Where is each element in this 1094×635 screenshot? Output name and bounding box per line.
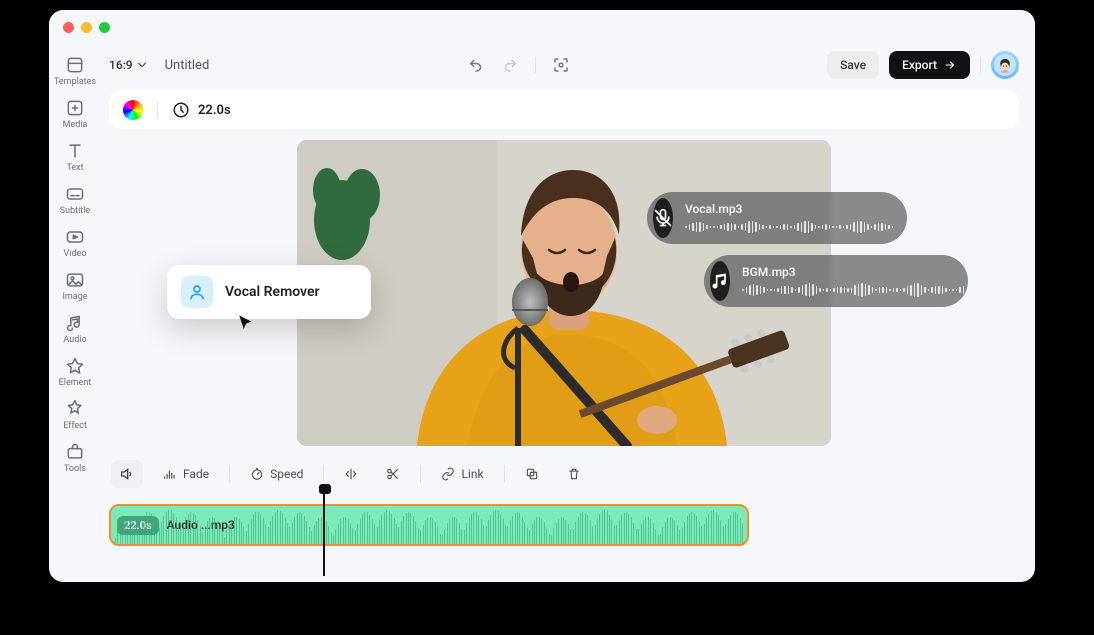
volume-button[interactable] — [111, 460, 143, 488]
export-label: Export — [902, 58, 937, 72]
sidebar-item-image[interactable]: Image — [51, 265, 99, 306]
volume-icon — [119, 466, 135, 482]
vocal-remover-popover[interactable]: Vocal Remover — [167, 265, 371, 319]
subtitle-icon — [64, 183, 86, 205]
vocal-chip[interactable]: Vocal.mp3 — [647, 192, 907, 244]
bgm-chip[interactable]: BGM.mp3 — [704, 255, 968, 307]
popover-label: Vocal Remover — [225, 284, 320, 300]
element-icon — [64, 355, 86, 377]
image-icon — [64, 269, 86, 291]
copy-icon — [525, 467, 539, 481]
media-icon — [64, 97, 86, 119]
sidebar-label: Text — [66, 163, 83, 173]
sidebar-label: Subtitle — [60, 206, 90, 216]
text-icon — [64, 140, 86, 162]
link-icon — [441, 467, 455, 481]
tools-icon — [64, 441, 86, 463]
sidebar-item-audio[interactable]: Audio — [51, 308, 99, 349]
user-avatar[interactable] — [991, 51, 1019, 79]
separator — [157, 102, 158, 118]
window-controls — [63, 22, 110, 33]
sidebar-label: Effect — [63, 421, 87, 431]
color-wheel-icon[interactable] — [123, 100, 143, 120]
speed-icon — [250, 467, 264, 481]
trash-icon — [567, 467, 581, 481]
separator — [420, 465, 421, 483]
sidebar-label: Image — [62, 292, 87, 302]
separator — [504, 465, 505, 483]
redo-button[interactable] — [501, 56, 519, 74]
chip-name: Vocal.mp3 — [685, 202, 895, 216]
templates-icon — [64, 54, 86, 76]
sidebar-item-tools[interactable]: Tools — [51, 437, 99, 478]
sidebar-label: Templates — [54, 77, 96, 87]
audio-icon — [64, 312, 86, 334]
sidebar-label: Tools — [64, 464, 86, 474]
timeline-toolbar: Fade Speed Link — [109, 458, 1019, 490]
sidebar-label: Audio — [63, 335, 86, 345]
close-dot[interactable] — [63, 22, 74, 33]
cursor-icon — [237, 314, 255, 332]
sidebar-label: Video — [64, 249, 87, 259]
clip-waveform — [111, 506, 747, 544]
separator — [535, 57, 536, 73]
sidebar-item-templates[interactable]: Templates — [51, 50, 99, 91]
delete-button[interactable] — [559, 461, 589, 487]
undo-button[interactable] — [467, 56, 485, 74]
sidebar-item-text[interactable]: Text — [51, 136, 99, 177]
chip-waveform — [742, 283, 966, 297]
left-sidebar: Templates Media Text Subtitle Video Image Audi… — [49, 44, 101, 582]
zoom-dot[interactable] — [99, 22, 110, 33]
copy-button[interactable] — [517, 461, 547, 487]
mirror-button[interactable] — [336, 461, 366, 487]
save-button[interactable]: Save — [827, 51, 879, 79]
focus-button[interactable] — [552, 56, 570, 74]
chevron-down-icon — [137, 60, 147, 70]
sidebar-item-element[interactable]: Element — [51, 351, 99, 392]
fade-button[interactable]: Fade — [155, 461, 217, 487]
scissors-icon — [386, 467, 400, 481]
minimize-dot[interactable] — [81, 22, 92, 33]
sidebar-item-effect[interactable]: Effect — [51, 394, 99, 435]
export-button[interactable]: Export — [889, 51, 970, 79]
link-button[interactable]: Link — [433, 461, 491, 487]
speed-button[interactable]: Speed — [242, 461, 311, 487]
project-title[interactable]: Untitled — [165, 58, 210, 73]
aspect-selector[interactable]: 16:9 — [109, 58, 147, 72]
split-button[interactable] — [378, 461, 408, 487]
separator — [980, 57, 981, 73]
playhead[interactable] — [323, 486, 325, 576]
duration-value: 22.0s — [198, 103, 231, 118]
sidebar-label: Element — [59, 378, 92, 388]
arrow-right-icon — [943, 59, 957, 71]
sidebar-label: Media — [63, 120, 88, 130]
info-strip: 22.0s — [109, 90, 1019, 130]
separator — [229, 465, 230, 483]
audio-clip[interactable]: 22.0s Audio ...mp3 — [109, 504, 749, 546]
mic-off-icon — [653, 198, 673, 238]
separator — [323, 465, 324, 483]
chip-waveform — [685, 220, 895, 234]
sidebar-item-video[interactable]: Video — [51, 222, 99, 263]
sidebar-item-subtitle[interactable]: Subtitle — [51, 179, 99, 220]
link-label: Link — [461, 467, 483, 481]
fade-icon — [163, 467, 177, 481]
aspect-label: 16:9 — [109, 58, 133, 72]
video-icon — [64, 226, 86, 248]
music-icon — [710, 261, 730, 301]
clock-icon — [172, 101, 190, 119]
timeline[interactable]: 22.0s Audio ...mp3 — [109, 498, 1019, 568]
sidebar-item-media[interactable]: Media — [51, 93, 99, 134]
person-icon — [181, 276, 213, 308]
mirror-icon — [344, 467, 358, 481]
speed-label: Speed — [270, 467, 303, 481]
duration-display: 22.0s — [172, 101, 231, 119]
top-bar: 16:9 Untitled — [109, 50, 1019, 80]
chip-name: BGM.mp3 — [742, 265, 966, 279]
fade-label: Fade — [183, 467, 209, 481]
effect-icon — [64, 398, 86, 420]
save-label: Save — [840, 58, 866, 72]
